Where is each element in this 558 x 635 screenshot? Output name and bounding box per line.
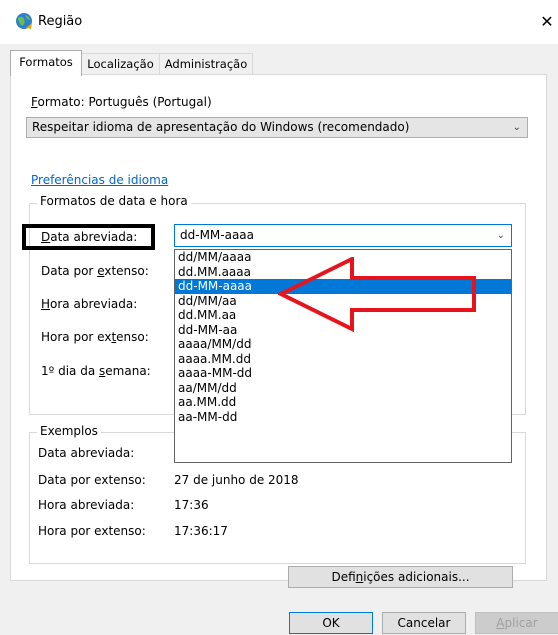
short-time-label: Hora abreviada: — [41, 297, 138, 311]
date-format-option[interactable]: aa.MM.dd — [175, 395, 511, 410]
example-short-time-value: 17:36 — [174, 498, 209, 512]
ok-button[interactable]: OK — [289, 612, 373, 634]
example-long-date-label: Data por extenso: — [38, 473, 146, 487]
example-long-time-label: Hora por extenso: — [38, 524, 146, 538]
example-long-date-value: 27 de junho de 2018 — [174, 473, 299, 487]
close-button[interactable]: ✕ — [536, 10, 558, 34]
example-short-date-label: Data abreviada: — [38, 446, 135, 460]
example-short-time-label: Hora abreviada: — [38, 498, 135, 512]
language-preferences-link[interactable]: Preferências de idioma — [31, 173, 168, 187]
examples-title: Exemplos — [37, 424, 101, 438]
title-bar — [0, 0, 558, 44]
chevron-down-icon: ⌄ — [496, 230, 505, 241]
format-combobox-value: Respeitar idioma de apresentação do Wind… — [32, 120, 410, 134]
tab-formats[interactable]: Formatos — [10, 50, 82, 76]
example-long-time-value: 17:36:17 — [174, 524, 228, 538]
additional-settings-button[interactable]: Definições adicionais... — [288, 566, 513, 588]
tab-location[interactable]: Localização — [81, 53, 160, 75]
region-globe-icon — [16, 13, 32, 29]
short-date-combobox[interactable]: dd-MM-aaaa ⌄ — [174, 224, 512, 247]
date-format-option[interactable]: aaaa.MM.dd — [175, 352, 511, 367]
long-date-label: Data por extenso: — [41, 264, 149, 278]
date-format-option[interactable]: aa/MM/dd — [175, 381, 511, 396]
date-time-formats-title: Formatos de data e hora — [37, 194, 191, 208]
apply-button[interactable]: Aplicar — [475, 612, 558, 634]
tab-administration[interactable]: Administração — [159, 53, 253, 75]
date-format-option[interactable]: aa-MM-dd — [175, 410, 511, 425]
long-time-label: Hora por extenso: — [41, 330, 149, 344]
format-label: Formato: Português (Portugal) — [31, 95, 212, 109]
chevron-down-icon: ⌄ — [512, 122, 521, 133]
first-day-of-week-label: 1º dia da semana: — [41, 364, 151, 378]
short-date-label: Data abreviada: — [41, 230, 138, 244]
date-format-option[interactable]: aaaa/MM/dd — [175, 337, 511, 352]
annotation-arrow — [278, 257, 476, 332]
format-combobox[interactable]: Respeitar idioma de apresentação do Wind… — [26, 117, 528, 138]
short-date-value: dd-MM-aaaa — [180, 228, 255, 242]
window-title: Região — [38, 14, 83, 29]
date-format-option[interactable]: aaaa-MM-dd — [175, 366, 511, 381]
cancel-button[interactable]: Cancelar — [382, 612, 466, 634]
